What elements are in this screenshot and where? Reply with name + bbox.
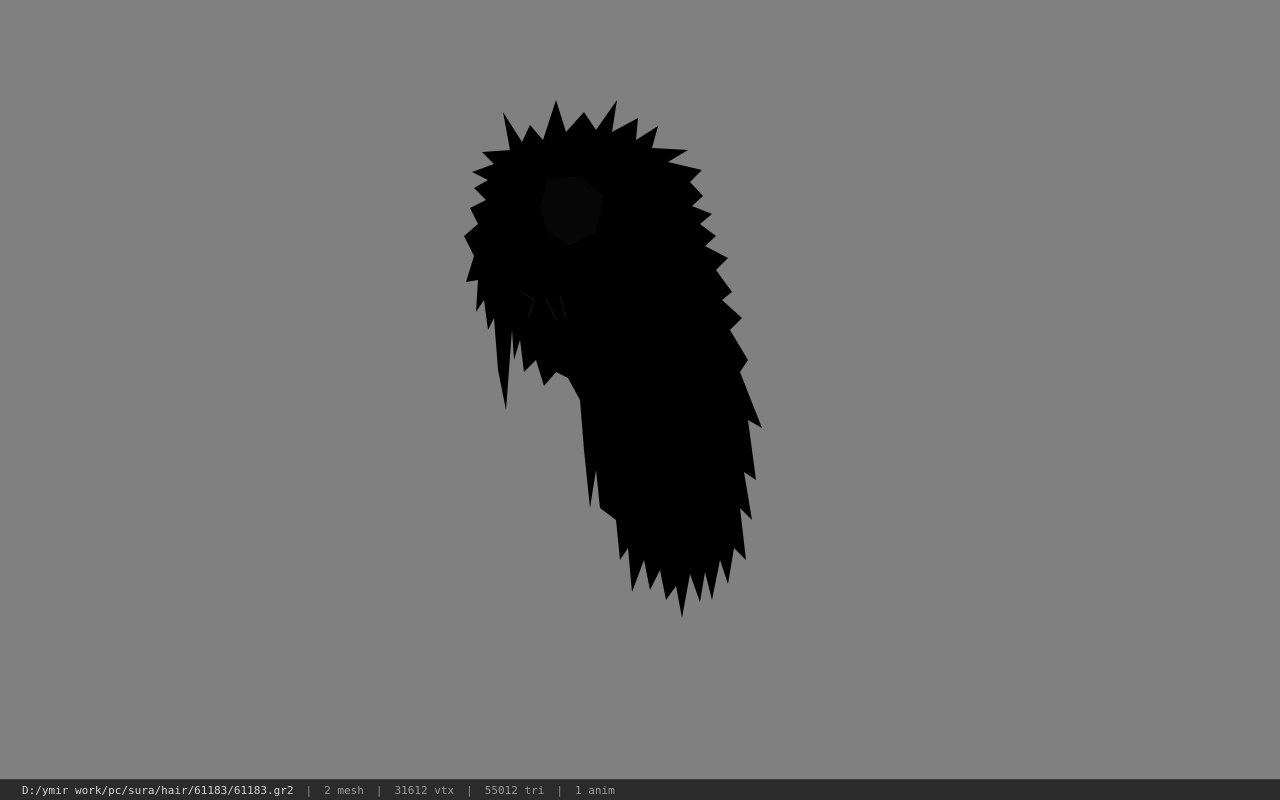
hair-model — [464, 100, 762, 618]
mesh-count: 2 mesh — [324, 783, 364, 797]
separator: | — [466, 783, 473, 797]
vertex-count: 31612 vtx — [394, 783, 455, 797]
separator: | — [305, 783, 313, 797]
3d-viewport[interactable] — [0, 0, 1280, 779]
triangle-count: 55012 tri — [484, 783, 545, 797]
status-bar: D:/ymir work/pc/sura/hair/61183/61183.gr… — [0, 779, 1280, 800]
file-path: D:/ymir work/pc/sura/hair/61183/61183.gr… — [22, 783, 294, 797]
separator: | — [375, 783, 383, 797]
animation-count: 1 anim — [575, 783, 615, 797]
separator: | — [556, 783, 563, 797]
